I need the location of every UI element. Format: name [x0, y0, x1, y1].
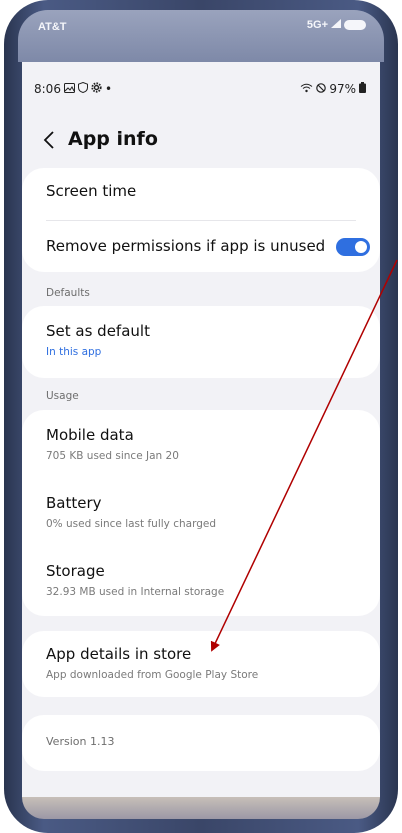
screen-time-row[interactable]: Screen time: [22, 168, 380, 220]
network-type: 5G+: [306, 19, 328, 31]
version-card: Version 1.13: [22, 715, 380, 771]
storage-row[interactable]: Storage 32.93 MB used in Internal storag…: [22, 546, 380, 616]
toggle-knob: [355, 241, 367, 253]
shield-notification-icon: [77, 81, 88, 96]
remove-permissions-toggle[interactable]: [336, 238, 370, 256]
battery-percent: 97%: [329, 82, 356, 96]
more-notifications-dot-icon: •: [104, 82, 113, 96]
signal-icon: [331, 19, 341, 31]
do-not-disturb-icon: [316, 82, 327, 96]
app-details-in-store-row[interactable]: App details in store App downloaded from…: [22, 631, 380, 697]
chevron-left-icon: [43, 131, 54, 149]
gallery-notification-icon: [63, 82, 75, 96]
network-indicator: 5G+: [307, 19, 366, 31]
settings-notification-icon: [91, 82, 102, 96]
battery-icon: [344, 20, 366, 30]
app-screen: 8:06 • 97% App info Screen time Remove p…: [22, 62, 380, 797]
status-bar: 8:06 • 97%: [22, 80, 380, 100]
carrier-name: AT&T: [38, 21, 67, 33]
permissions-card: Screen time Remove permissions if app is…: [22, 168, 380, 272]
mobile-data-row[interactable]: Mobile data 705 KB used since Jan 20: [22, 410, 380, 478]
defaults-card: Set as default In this app: [22, 306, 380, 378]
status-time-group: 8:06 •: [34, 81, 113, 96]
usage-card: Mobile data 705 KB used since Jan 20 Bat…: [22, 410, 380, 616]
storage-subtitle: 32.93 MB used in Internal storage: [46, 586, 225, 598]
device-bottom-edge: [22, 797, 380, 819]
phone-battery-icon: [359, 82, 366, 96]
storage-label: Storage: [46, 562, 105, 580]
app-details-in-store-subtitle: App downloaded from Google Play Store: [46, 669, 259, 681]
set-as-default-subtitle: In this app: [46, 346, 102, 358]
store-card: App details in store App downloaded from…: [22, 631, 380, 697]
battery-row[interactable]: Battery 0% used since last fully charged: [22, 478, 380, 546]
app-header: App info: [22, 124, 380, 156]
status-time: 8:06: [34, 82, 61, 96]
carrier-status-strip: AT&T 5G+: [18, 10, 384, 62]
set-as-default-row[interactable]: Set as default In this app: [22, 306, 380, 378]
screen-time-label: Screen time: [46, 182, 137, 200]
remove-permissions-row[interactable]: Remove permissions if app is unused: [22, 221, 380, 272]
page-title: App info: [68, 128, 158, 150]
status-right-group: 97%: [300, 82, 366, 96]
set-as-default-label: Set as default: [46, 322, 150, 340]
usage-section-label: Usage: [46, 390, 79, 402]
defaults-section-label: Defaults: [46, 287, 90, 299]
wifi-icon: [300, 82, 313, 96]
mobile-data-subtitle: 705 KB used since Jan 20: [46, 450, 179, 462]
battery-subtitle: 0% used since last fully charged: [46, 518, 216, 530]
back-button[interactable]: [36, 124, 62, 156]
app-details-in-store-label: App details in store: [46, 645, 192, 663]
mobile-data-label: Mobile data: [46, 426, 134, 444]
battery-label: Battery: [46, 494, 102, 512]
remove-permissions-label: Remove permissions if app is unused: [46, 237, 326, 255]
version-label: Version 1.13: [46, 735, 115, 748]
